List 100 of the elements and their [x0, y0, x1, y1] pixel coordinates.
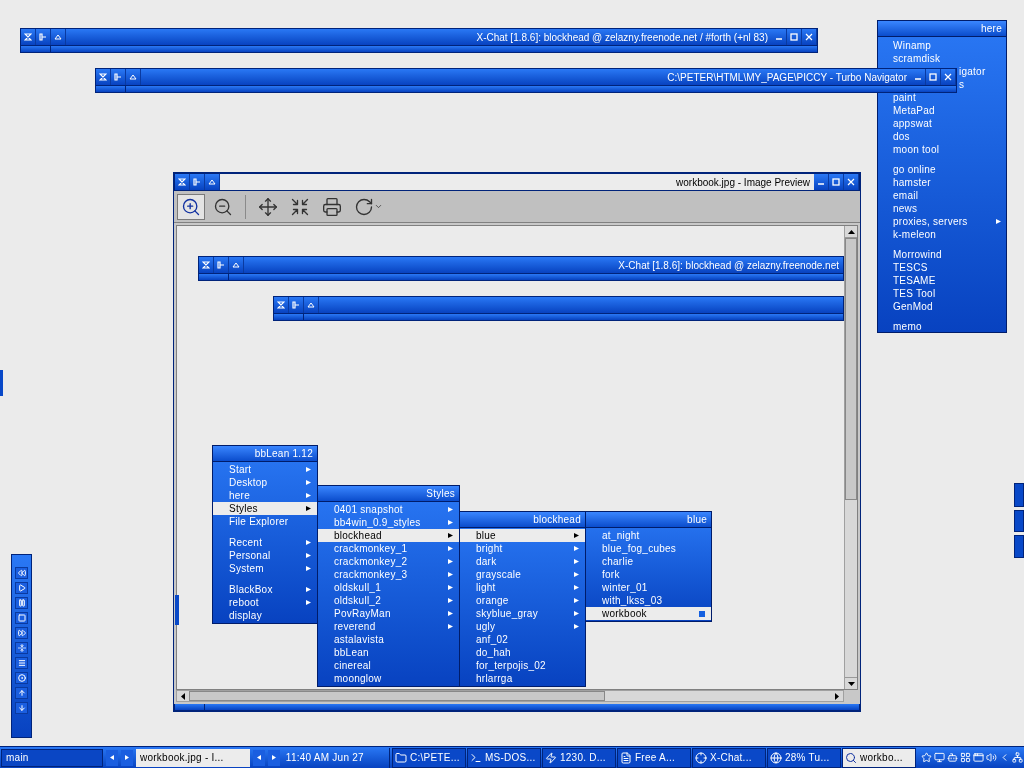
menu-item[interactable]: TES Tool — [893, 286, 1001, 301]
side-handle[interactable] — [1014, 510, 1024, 532]
title-bar[interactable]: C:\PETER\HTML\MY_PAGE\PICCY - Turbo Navigator — [95, 68, 957, 86]
menu-item[interactable]: blue — [460, 529, 585, 542]
menu-item[interactable]: dos — [893, 129, 1001, 144]
rewind-button[interactable] — [15, 567, 28, 579]
menu-item[interactable]: memo — [893, 319, 1001, 334]
sticky-button[interactable] — [199, 257, 214, 273]
menu-item[interactable]: hamster — [893, 175, 1001, 190]
menu-item[interactable]: winter_01 — [586, 581, 711, 594]
task-button[interactable]: C:\PETE... — [392, 747, 466, 768]
menu-item[interactable]: dark — [460, 555, 585, 568]
menu-item[interactable]: appswat — [893, 116, 1001, 131]
menu-item[interactable]: go online — [893, 162, 1001, 177]
scrollbar-thumb[interactable] — [189, 691, 605, 701]
shade-button[interactable] — [229, 257, 244, 273]
menu-item[interactable]: here — [213, 489, 317, 502]
menu-item[interactable]: moon tool — [893, 142, 1001, 157]
menu-item[interactable]: reverend — [318, 620, 459, 633]
task-button[interactable]: 28% Tu... — [767, 747, 841, 768]
menu-item[interactable]: paint — [893, 90, 1001, 105]
task-button[interactable]: Free A... — [617, 747, 691, 768]
menu-item[interactable]: Personal — [213, 549, 317, 562]
menu-item[interactable]: igator — [959, 64, 1001, 79]
menu-item[interactable]: cinereal — [318, 659, 459, 672]
horizontal-scrollbar[interactable] — [176, 690, 844, 702]
pin-button[interactable] — [111, 69, 126, 85]
shade-button[interactable] — [304, 297, 319, 313]
play-button[interactable] — [15, 582, 28, 594]
menu-item[interactable]: astalavista — [318, 633, 459, 646]
maximize-button[interactable] — [829, 174, 844, 190]
menu-item[interactable]: news — [893, 201, 1001, 216]
playlist-button[interactable] — [15, 657, 28, 669]
stop-button[interactable] — [15, 612, 28, 624]
menu-item[interactable]: crackmonkey_1 — [318, 542, 459, 555]
menu-item[interactable]: fork — [586, 568, 711, 581]
menu-item[interactable]: Morrowind — [893, 247, 1001, 262]
title-bar[interactable]: X-Chat [1.8.6]: blockhead @ zelazny.freenode.net / #forth (+nl 83) — [20, 28, 818, 46]
menu-item[interactable]: email — [893, 188, 1001, 203]
menu-item[interactable]: workbook — [586, 607, 711, 620]
sticky-button[interactable] — [274, 297, 289, 313]
side-handle[interactable] — [0, 370, 3, 396]
menu-item[interactable]: System — [213, 562, 317, 575]
pin-button[interactable] — [36, 29, 51, 45]
menu-item[interactable]: anf_02 — [460, 633, 585, 646]
menu-item[interactable]: for_terpojis_02 — [460, 659, 585, 672]
pause-button[interactable] — [15, 597, 28, 609]
sticky-button[interactable] — [175, 174, 190, 190]
menu-item[interactable]: PovRayMan — [318, 607, 459, 620]
menu-item[interactable]: s — [959, 77, 1001, 92]
vertical-scrollbar[interactable] — [844, 226, 857, 689]
menu-item[interactable]: bbLean — [318, 646, 459, 659]
star-icon[interactable] — [921, 752, 932, 763]
task-button[interactable]: workbo... — [842, 747, 916, 768]
menu-item[interactable]: TESCS — [893, 260, 1001, 275]
next-workspace-button[interactable] — [121, 749, 133, 766]
pin-button[interactable] — [190, 174, 205, 190]
network-icon[interactable] — [1012, 752, 1023, 763]
target-button[interactable] — [15, 672, 28, 684]
menu-item[interactable]: Desktop — [213, 476, 317, 489]
menu-item[interactable]: display — [213, 609, 317, 622]
task-button[interactable]: MS-DOS... — [467, 747, 541, 768]
menu-item[interactable]: bright — [460, 542, 585, 555]
close-button[interactable] — [802, 29, 817, 45]
menu-item[interactable]: BlackBox — [213, 583, 317, 596]
speaker-icon[interactable] — [986, 752, 997, 763]
menu-item[interactable]: Recent — [213, 536, 317, 549]
robot-icon[interactable] — [947, 752, 958, 763]
fast-forward-button[interactable] — [15, 627, 28, 639]
menu-item[interactable]: orange — [460, 594, 585, 607]
menu-item[interactable]: oldskull_2 — [318, 594, 459, 607]
menu-item[interactable]: skyblue_gray — [460, 607, 585, 620]
collapse-button[interactable] — [15, 642, 28, 654]
close-button[interactable] — [844, 174, 859, 190]
menu-item[interactable]: blue_fog_cubes — [586, 542, 711, 555]
menu-item[interactable]: reboot — [213, 596, 317, 609]
menu-item[interactable]: at_night — [586, 529, 711, 542]
title-bar[interactable]: X-Chat [1.8.6]: blockhead @ zelazny.freenode.net — [198, 256, 844, 274]
menu-item[interactable]: 0401 snapshot — [318, 503, 459, 516]
shade-button[interactable] — [205, 174, 220, 190]
next-window-button[interactable] — [267, 749, 280, 766]
arrow-up-button[interactable] — [15, 687, 28, 699]
task-button[interactable]: 1230. D... — [542, 747, 616, 768]
menu-item[interactable]: oldskull_1 — [318, 581, 459, 594]
side-handle[interactable] — [1014, 483, 1024, 507]
menu-item[interactable]: hrlarrga — [460, 672, 585, 685]
menu-item[interactable]: Styles — [213, 502, 317, 515]
menu-item[interactable]: with_lkss_03 — [586, 594, 711, 607]
sticky-button[interactable] — [21, 29, 36, 45]
maximize-button[interactable] — [787, 29, 802, 45]
menu-item[interactable]: blockhead — [318, 529, 459, 542]
grid-icon[interactable] — [960, 752, 971, 763]
menu-item[interactable]: charlie — [586, 555, 711, 568]
menu-item[interactable]: crackmonkey_2 — [318, 555, 459, 568]
title-bar[interactable]: workbook.jpg - Image Preview — [174, 173, 860, 191]
maximize-button[interactable] — [926, 69, 941, 85]
menu-item[interactable]: Start — [213, 463, 317, 476]
menu-item[interactable]: File Explorer — [213, 515, 317, 528]
menu-item[interactable]: TESAME — [893, 273, 1001, 288]
sticky-button[interactable] — [96, 69, 111, 85]
